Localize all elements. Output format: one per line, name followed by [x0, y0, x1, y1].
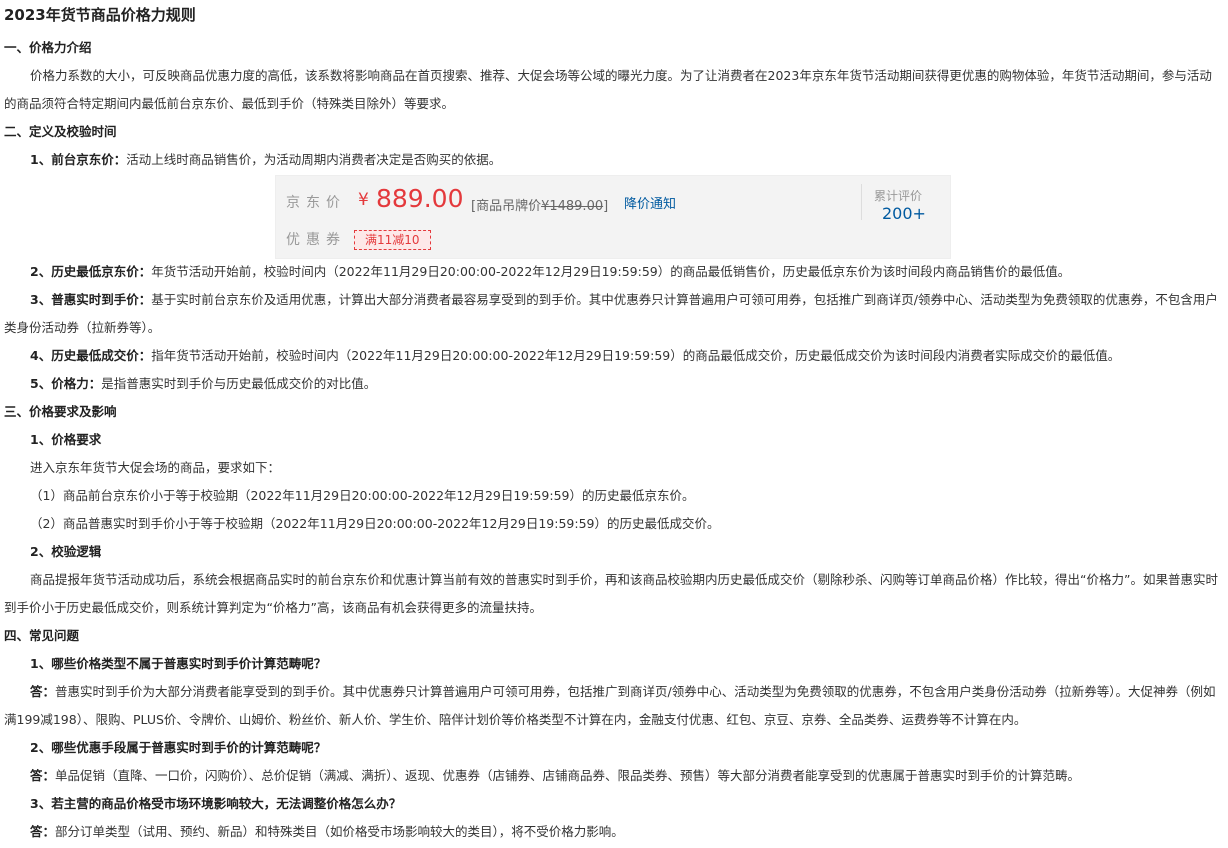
- price-drop-notify-link[interactable]: 降价通知: [624, 193, 676, 212]
- jd-price-label: 京东价: [286, 195, 346, 211]
- section-4-heading: 四、常见问题: [4, 628, 80, 643]
- section-3-heading: 三、价格要求及影响: [4, 404, 117, 419]
- definition-3: 3、普惠实时到手价：基于实时前台京东价及适用优惠，计算出大部分消费者最容易享受到…: [4, 286, 1222, 342]
- review-count-label: 累计评价: [874, 189, 923, 203]
- definition-5-label: 5、价格力：: [30, 376, 102, 391]
- definition-5: 5、价格力：是指普惠实时到手价与历史最低成交价的对比值。: [30, 376, 376, 392]
- definition-2-label: 2、历史最低京东价：: [30, 264, 152, 279]
- list-price-suffix: ]: [603, 199, 609, 214]
- currency-symbol: ¥: [358, 190, 369, 210]
- faq-answer-1-label: 答：: [30, 684, 56, 699]
- definition-5-text: 是指普惠实时到手价与历史最低成交价的对比值。: [101, 376, 377, 391]
- faq-answer-2-label: 答：: [30, 768, 56, 783]
- rules-page: 2023年货节商品价格力规则 一、价格力介绍 价格力系数的大小，可反映商品优惠力…: [0, 0, 1228, 848]
- definition-4-label: 4、历史最低成交价：: [30, 348, 152, 363]
- definition-2-text: 年货节活动开始前，校验时间内（2022年11月29日20:00:00-2022年…: [151, 264, 1071, 279]
- faq-question-3: 3、若主营的商品价格受市场环境影响较大，无法调整价格怎么办？: [30, 796, 402, 811]
- definition-1: 1、前台京东价：活动上线时商品销售价，为活动周期内消费者决定是否购买的依据。: [30, 152, 501, 168]
- price-display-example: 京东价 ¥ 889.00 [商品吊牌价¥1489.00] 降价通知 累计评价 2…: [275, 175, 951, 259]
- definition-3-label: 3、普惠实时到手价：: [30, 292, 152, 307]
- section-2-heading: 二、定义及校验时间: [4, 124, 117, 139]
- page-title: 2023年货节商品价格力规则: [4, 6, 196, 24]
- section-1-heading: 一、价格力介绍: [4, 40, 92, 55]
- coupon-label: 优惠券: [286, 232, 346, 248]
- requirement-1: （1）商品前台京东价小于等于校验期（2022年11月29日20:00:00-20…: [30, 488, 695, 503]
- faq-answer-2-text: 单品促销（直降、一口价，闪购价）、总价促销（满减、满折）、返现、优惠券（店铺券、…: [55, 768, 1081, 783]
- definition-4: 4、历史最低成交价：指年货节活动开始前，校验时间内（2022年11月29日20:…: [30, 348, 1120, 364]
- section-1-paragraph: 价格力系数的大小，可反映商品优惠力度的高低，该系数将影响商品在首页搜索、推荐、大…: [4, 68, 1212, 111]
- section-3-2-heading: 2、校验逻辑: [30, 544, 102, 559]
- faq-answer-3: 答：部分订单类型（试用、预约、新品）和特殊类目（如价格受市场影响较大的类目），将…: [30, 824, 624, 840]
- section-3-1-heading: 1、价格要求: [30, 432, 102, 447]
- faq-question-1: 1、哪些价格类型不属于普惠实时到手价计算范畴呢？: [30, 656, 327, 671]
- faq-answer-3-text: 部分订单类型（试用、预约、新品）和特殊类目（如价格受市场影响较大的类目），将不受…: [55, 824, 624, 839]
- faq-answer-3-label: 答：: [30, 824, 56, 839]
- definition-1-label: 1、前台京东价：: [30, 152, 127, 167]
- jd-price-value: 889.00: [376, 184, 464, 213]
- definition-1-text: 活动上线时商品销售价，为活动周期内消费者决定是否购买的依据。: [126, 152, 502, 167]
- requirement-2: （2）商品普惠实时到手价小于等于校验期（2022年11月29日20:00:00-…: [30, 516, 720, 531]
- coupon-tag[interactable]: 满11减10: [354, 230, 431, 250]
- section-3-2-paragraph: 商品提报年货节活动成功后，系统会根据商品实时的前台京东价和优惠计算当前有效的普惠…: [4, 572, 1218, 615]
- definition-2: 2、历史最低京东价：年货节活动开始前，校验时间内（2022年11月29日20:0…: [30, 264, 1070, 280]
- faq-answer-1: 答：普惠实时到手价为大部分消费者能享受到的到手价。其中优惠券只计算普遍用户可领可…: [4, 678, 1222, 734]
- requirement-intro: 进入京东年货节大促会场的商品，要求如下：: [30, 460, 281, 475]
- list-price-prefix: [商品吊牌价: [471, 199, 542, 214]
- review-count-value[interactable]: 200+: [882, 204, 926, 223]
- faq-answer-1-text: 普惠实时到手价为大部分消费者能享受到的到手价。其中优惠券只计算普遍用户可领可用券…: [4, 684, 1216, 727]
- faq-answer-2: 答：单品促销（直降、一口价，闪购价）、总价促销（满减、满折）、返现、优惠券（店铺…: [30, 768, 1080, 784]
- review-divider: [861, 184, 862, 220]
- definition-3-text: 基于实时前台京东价及适用优惠，计算出大部分消费者最容易享受到的到手价。其中优惠券…: [4, 292, 1218, 335]
- list-price: [商品吊牌价¥1489.00]: [471, 195, 608, 214]
- faq-question-2: 2、哪些优惠手段属于普惠实时到手价的计算范畴呢？: [30, 740, 327, 755]
- definition-4-text: 指年货节活动开始前，校验时间内（2022年11月29日20:00:00-2022…: [151, 348, 1121, 363]
- list-price-value: ¥1489.00: [541, 199, 604, 214]
